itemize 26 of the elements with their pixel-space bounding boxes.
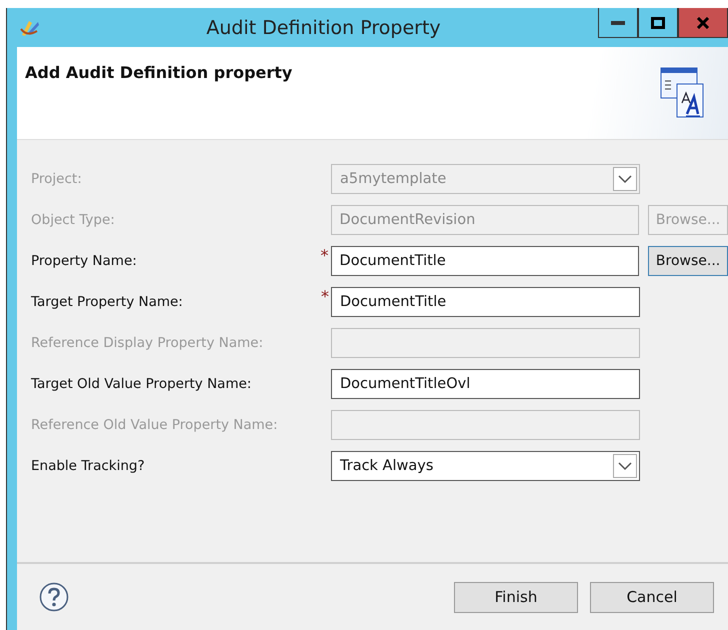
required-mark: * — [320, 246, 330, 265]
page-title: Add Audit Definition property — [25, 63, 292, 84]
minimize-icon — [611, 20, 625, 24]
help-icon[interactable] — [39, 582, 69, 612]
close-icon — [696, 16, 710, 28]
close-button[interactable] — [678, 8, 728, 38]
browse-button[interactable]: Browse... — [648, 246, 728, 276]
window-title: Audit Definition Property — [205, 16, 442, 38]
field-label: Target Property Name: — [31, 294, 184, 310]
field-label: Reference Display Property Name: — [31, 335, 264, 351]
maximize-icon — [651, 16, 665, 28]
input-field[interactable]: DocumentTitle — [330, 246, 640, 276]
dropdown-field[interactable]: Track Always — [331, 451, 640, 481]
field-label: Enable Tracking? — [31, 458, 146, 474]
maximize-button[interactable] — [638, 8, 678, 38]
required-mark: * — [320, 287, 330, 306]
field-label: Reference Old Value Property Name: — [31, 417, 279, 433]
minimize-button[interactable] — [598, 8, 638, 38]
field-label: Property Name: — [31, 253, 138, 269]
dialog-button[interactable]: Finish — [454, 582, 578, 612]
input-field[interactable]: DocumentTitleOvl — [331, 369, 640, 399]
field-label: Object Type: — [31, 212, 116, 228]
dialog-button[interactable]: Cancel — [590, 582, 714, 612]
field-label: Project: — [31, 171, 83, 187]
field-label: Target Old Value Property Name: — [31, 376, 252, 392]
input-field[interactable]: DocumentTitle — [331, 287, 640, 317]
